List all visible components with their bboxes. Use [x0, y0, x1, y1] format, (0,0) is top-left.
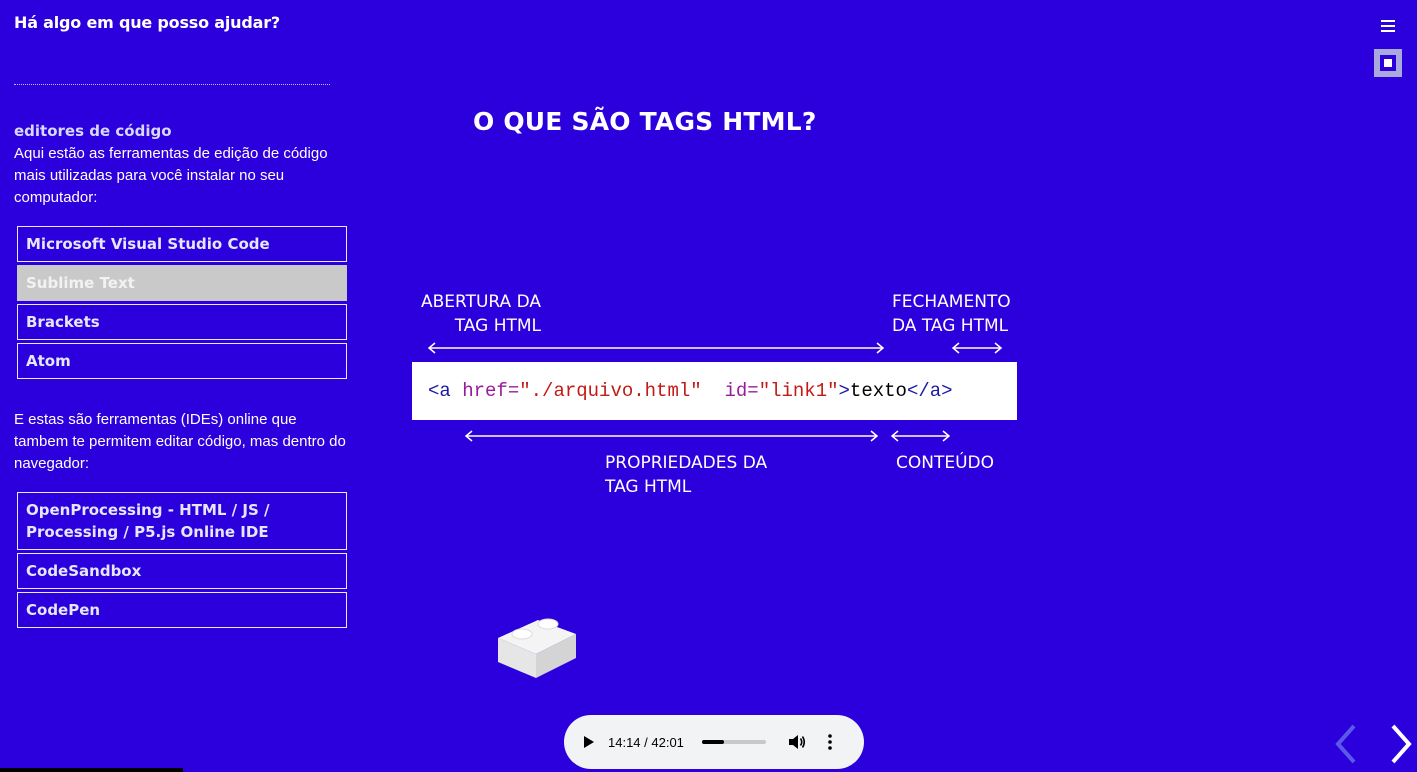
code-attr-id: id= — [701, 380, 759, 402]
audio-progress[interactable] — [701, 740, 766, 744]
code-end-tag: </a> — [906, 380, 953, 402]
code-value-id: "link1" — [758, 380, 839, 402]
volume-icon[interactable] — [788, 734, 806, 750]
lego-brick-icon — [498, 618, 576, 678]
label-properties: PROPRIEDADES DA TAG HTML — [605, 453, 768, 497]
audio-progress-fill — [701, 740, 724, 744]
chevron-right-icon[interactable] — [1389, 722, 1413, 766]
code-example: <a href= "./arquivo.html" id= "link1" > text… — [412, 362, 1017, 420]
more-icon[interactable] — [828, 734, 832, 750]
code-attr-href: href= — [450, 380, 520, 402]
code-content: texto — [849, 380, 907, 402]
label-content: CONTEÚDO — [896, 453, 995, 473]
play-icon[interactable] — [584, 736, 594, 748]
audio-player: 14:14 / 42:01 — [564, 715, 864, 769]
chevron-left-icon[interactable] — [1334, 722, 1358, 766]
audio-time: 14:14 / 42:01 — [608, 734, 684, 750]
code-tag-close: > — [838, 380, 850, 402]
bottom-strip — [0, 768, 183, 772]
code-open-tag: <a — [428, 380, 451, 402]
code-value-href: "./arquivo.html" — [519, 380, 702, 402]
